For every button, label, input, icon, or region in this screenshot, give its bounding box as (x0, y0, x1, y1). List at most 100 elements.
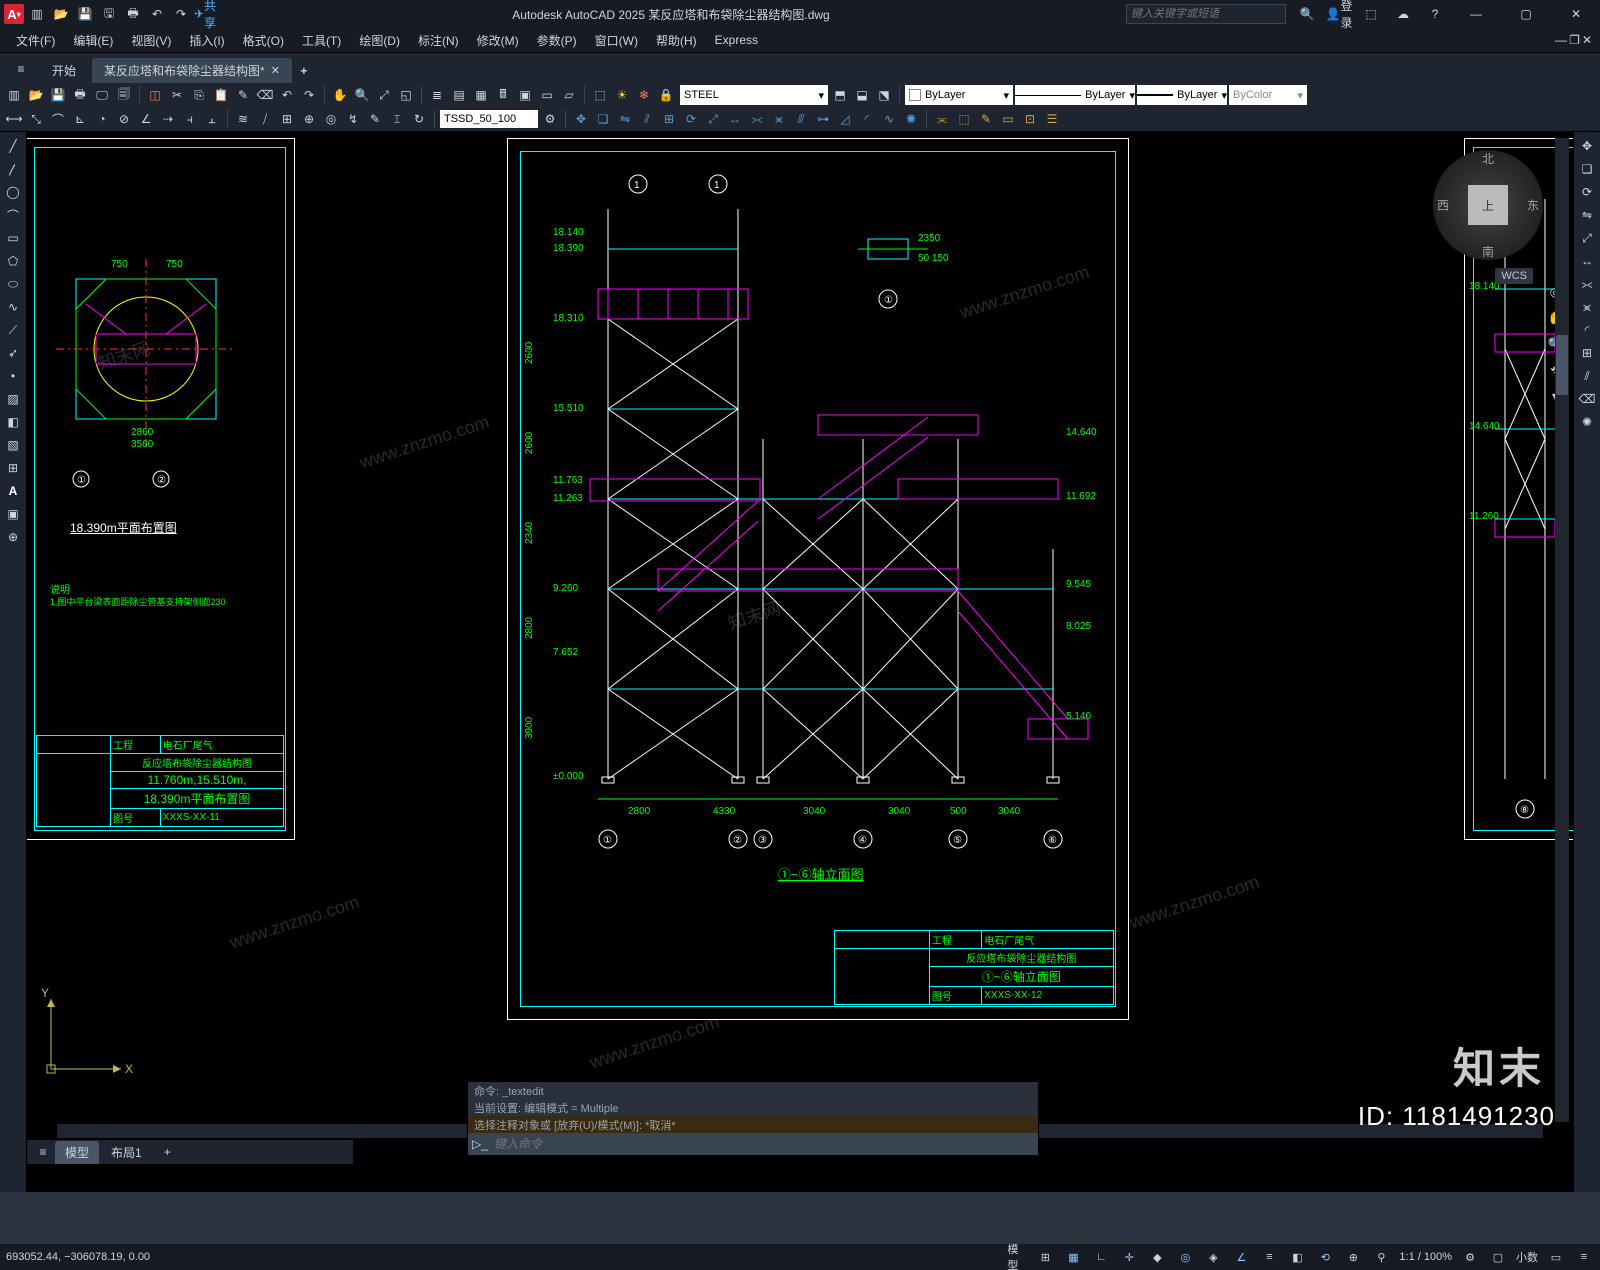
canvas-vscrollbar[interactable] (1555, 138, 1569, 1122)
dim-center-icon[interactable]: ⊕ (299, 109, 319, 129)
menu-tools[interactable]: 工具(T) (294, 29, 349, 51)
dim-arc-icon[interactable]: ⌒ (48, 109, 68, 129)
status-clean-icon[interactable]: ▭ (1546, 1247, 1566, 1267)
status-gear-icon[interactable]: ⚙ (1460, 1247, 1480, 1267)
tb-publish-icon[interactable]: 🗐 (114, 85, 134, 105)
draw-gradient-icon[interactable]: ◧ (3, 412, 23, 432)
mod-explode-icon[interactable]: ✺ (901, 109, 921, 129)
status-3dosnap-icon[interactable]: ◈ (1203, 1247, 1223, 1267)
rtb-stretch-icon[interactable]: ↔ (1577, 251, 1597, 271)
tb-cut-icon[interactable]: ✂ (167, 85, 187, 105)
status-lwt-icon[interactable]: ≡ (1259, 1247, 1279, 1267)
draw-xline-icon[interactable]: ⟋ (3, 320, 23, 340)
draw-line-icon[interactable]: ╱ (3, 136, 23, 156)
tb-redo2-icon[interactable]: ↷ (299, 85, 319, 105)
doc-restore-icon[interactable]: ❐ (1569, 33, 1580, 47)
menu-view[interactable]: 视图(V) (123, 29, 179, 51)
mod-mirror-icon[interactable]: ⇋ (615, 109, 635, 129)
mod-break-icon[interactable]: ⫻ (791, 109, 811, 129)
mod-offset-icon[interactable]: ⫽ (637, 109, 657, 129)
dim-linear-icon[interactable]: ⟷ (4, 109, 24, 129)
mod-scale-icon[interactable]: ⤢ (703, 109, 723, 129)
dimstyle-combo[interactable] (440, 110, 538, 128)
tb-layer-mgr-icon[interactable]: ⬚ (590, 85, 610, 105)
mod-trim-icon[interactable]: ⪥ (747, 109, 767, 129)
tb-block-icon[interactable]: ◫ (145, 85, 165, 105)
tab-add[interactable]: + (154, 1142, 181, 1162)
tb-zoomwin-icon[interactable]: 🔍 (352, 85, 372, 105)
tb-match-icon[interactable]: ✎ (233, 85, 253, 105)
help-icon[interactable]: ? (1424, 3, 1446, 25)
tb-qsel-icon[interactable]: ▣ (515, 85, 535, 105)
tb-layer-sun-icon[interactable]: ☀ (612, 85, 632, 105)
rtb-trim-icon[interactable]: ⪥ (1577, 274, 1597, 294)
menu-draw[interactable]: 绘图(D) (351, 29, 408, 51)
command-line[interactable]: 命令: _textedit 当前设置: 编辑模式 = Multiple 选择注释… (467, 1081, 1039, 1156)
draw-spline-icon[interactable]: ∿ (3, 297, 23, 317)
tb-print-icon[interactable]: 🖶 (70, 85, 90, 105)
tb-layprev-icon[interactable]: ⬔ (874, 85, 894, 105)
menu-file[interactable]: 文件(F) (8, 29, 63, 51)
dim-ord-icon[interactable]: ⊾ (70, 109, 90, 129)
dim-ang-icon[interactable]: ∠ (136, 109, 156, 129)
dim-tedit-icon[interactable]: ⌶ (387, 109, 407, 129)
cloud-icon[interactable]: ☁ (1392, 3, 1414, 25)
plotstyle-dropdown[interactable]: ByColor▾ (1229, 85, 1307, 105)
app-menu-button[interactable]: ≡ (4, 55, 38, 83)
tab-model[interactable]: 模型 (55, 1141, 99, 1164)
ref-ul-icon[interactable]: ⊡ (1020, 109, 1040, 129)
tb-undo2-icon[interactable]: ↶ (277, 85, 297, 105)
rtb-explode-icon[interactable]: ✺ (1577, 412, 1597, 432)
menu-edit[interactable]: 编辑(E) (65, 29, 121, 51)
tb-sheet-icon[interactable]: ▤ (449, 85, 469, 105)
status-cycl-icon[interactable]: ⟲ (1315, 1247, 1335, 1267)
tb-new-icon[interactable]: ▥ (4, 85, 24, 105)
tb-paste-icon[interactable]: 📋 (211, 85, 231, 105)
window-close-icon[interactable]: ✕ (1556, 1, 1596, 27)
rtb-array-icon[interactable]: ⊞ (1577, 343, 1597, 363)
tb-open-icon[interactable]: 📂 (26, 85, 46, 105)
dim-base-icon[interactable]: ⫞ (180, 109, 200, 129)
tb-layer-lock-icon[interactable]: 🔒 (656, 85, 676, 105)
ref-attach-icon[interactable]: ⫘ (932, 109, 952, 129)
status-osnap-icon[interactable]: ◎ (1175, 1247, 1195, 1267)
draw-block-icon[interactable]: ▣ (3, 504, 23, 524)
tb-zoomobj-icon[interactable]: ◱ (396, 85, 416, 105)
draw-ray-icon[interactable]: ➶ (3, 343, 23, 363)
search-icon[interactable]: 🔍 (1296, 3, 1318, 25)
viewcube-south[interactable]: 南 (1482, 243, 1494, 260)
dim-space-icon[interactable]: ≋ (233, 109, 253, 129)
status-snap-icon[interactable]: ▦ (1063, 1247, 1083, 1267)
status-polar-icon[interactable]: ✛ (1119, 1247, 1139, 1267)
tb-copy-icon[interactable]: ⎘ (189, 85, 209, 105)
doc-close-icon[interactable]: ✕ (1582, 33, 1592, 47)
draw-circle-icon[interactable]: ◯ (3, 182, 23, 202)
dim-tol-icon[interactable]: ⊞ (277, 109, 297, 129)
draw-ellipse-icon[interactable]: ⬭ (3, 274, 23, 294)
status-coords[interactable]: 693052.44, −306078.19, 0.00 (6, 1251, 150, 1263)
tb-erase-icon[interactable]: ⌫ (255, 85, 275, 105)
ref-mgr-icon[interactable]: ☰ (1042, 109, 1062, 129)
mod-blend-icon[interactable]: ∿ (879, 109, 899, 129)
dim-aligned-icon[interactable]: ⤡ (26, 109, 46, 129)
dim-rad-icon[interactable]: ◔ (92, 109, 112, 129)
tb-zoomext-icon[interactable]: ⤢ (374, 85, 394, 105)
wcs-badge[interactable]: WCS (1495, 268, 1533, 284)
mod-rotate-icon[interactable]: ⟳ (681, 109, 701, 129)
menu-window[interactable]: 窗口(W) (587, 29, 646, 51)
qat-new-icon[interactable]: ▥ (26, 3, 48, 25)
tb-props-icon[interactable]: ≣ (427, 85, 447, 105)
status-model-button[interactable]: 模型 (1007, 1247, 1027, 1267)
viewcube-east[interactable]: 东 (1527, 197, 1539, 214)
menu-param[interactable]: 参数(P) (529, 29, 585, 51)
dim-break-icon[interactable]: ⧸ (255, 109, 275, 129)
status-custom-icon[interactable]: ≡ (1574, 1247, 1594, 1267)
status-otrack-icon[interactable]: ∠ (1231, 1247, 1251, 1267)
rtb-extend-icon[interactable]: ⪤ (1577, 297, 1597, 317)
autodesk-app-icon[interactable]: ⬚ (1360, 3, 1382, 25)
mod-move-icon[interactable]: ✥ (571, 109, 591, 129)
tb-clean-icon[interactable]: ▱ (559, 85, 579, 105)
file-tab-add-button[interactable]: + (292, 59, 316, 83)
rtb-fillet-icon[interactable]: ◜ (1577, 320, 1597, 340)
rtb-copy-icon[interactable]: ❏ (1577, 159, 1597, 179)
